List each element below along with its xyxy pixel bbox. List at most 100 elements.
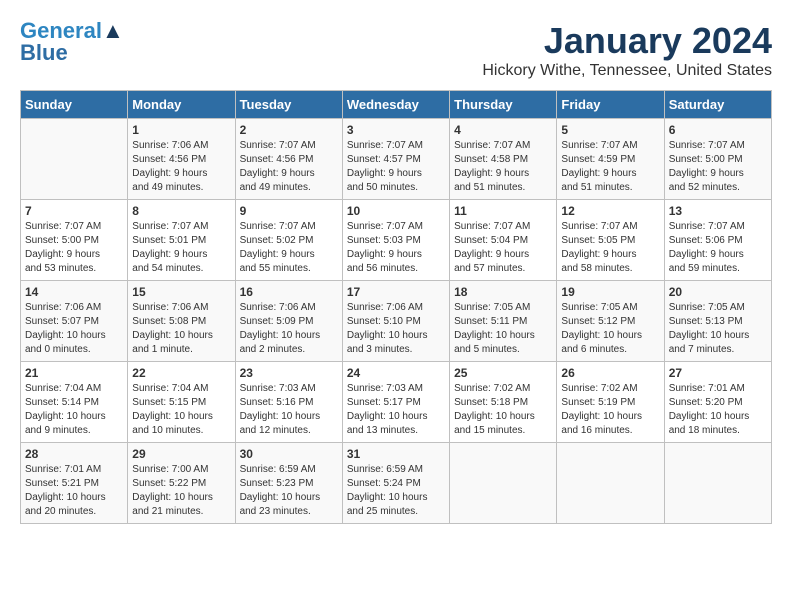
calendar-cell: 9 Sunrise: 7:07 AM Sunset: 5:02 PM Daylig… xyxy=(235,200,342,281)
calendar-cell: 7 Sunrise: 7:07 AM Sunset: 5:00 PM Daylig… xyxy=(21,200,128,281)
day-info: Sunrise: 7:06 AM Sunset: 5:07 PM Dayligh… xyxy=(25,301,123,357)
calendar-cell: 10 Sunrise: 7:07 AM Sunset: 5:03 PM Dayli… xyxy=(342,200,449,281)
day-number: 18 xyxy=(454,285,552,299)
calendar-cell: 19 Sunrise: 7:05 AM Sunset: 5:12 PM Dayli… xyxy=(557,281,664,362)
title-block: January 2024 Hickory Withe, Tennessee, U… xyxy=(482,20,772,80)
day-number: 14 xyxy=(25,285,123,299)
calendar-cell: 23Sunrise: 7:03 AM Sunset: 5:16 PM Dayli… xyxy=(235,362,342,443)
day-number: 29 xyxy=(132,447,230,461)
day-number: 17 xyxy=(347,285,445,299)
calendar-cell: 8 Sunrise: 7:07 AM Sunset: 5:01 PM Daylig… xyxy=(128,200,235,281)
day-number: 26 xyxy=(561,366,659,380)
day-number: 25 xyxy=(454,366,552,380)
day-number: 7 xyxy=(25,204,123,218)
day-number: 28 xyxy=(25,447,123,461)
calendar-cell: 20 Sunrise: 7:05 AM Sunset: 5:13 PM Dayli… xyxy=(664,281,771,362)
day-info: Sunrise: 7:00 AM Sunset: 5:22 PM Dayligh… xyxy=(132,463,230,519)
day-info: Sunrise: 6:59 AM Sunset: 5:24 PM Dayligh… xyxy=(347,463,445,519)
calendar-cell: 6Sunrise: 7:07 AM Sunset: 5:00 PM Daylig… xyxy=(664,119,771,200)
day-info: Sunrise: 7:01 AM Sunset: 5:21 PM Dayligh… xyxy=(25,463,123,519)
day-header-wednesday: Wednesday xyxy=(342,91,449,119)
day-header-tuesday: Tuesday xyxy=(235,91,342,119)
day-info: Sunrise: 7:07 AM Sunset: 4:59 PM Dayligh… xyxy=(561,139,659,195)
day-info: Sunrise: 7:07 AM Sunset: 5:00 PM Dayligh… xyxy=(25,220,123,276)
location-title: Hickory Withe, Tennessee, United States xyxy=(482,62,772,80)
day-info: Sunrise: 7:06 AM Sunset: 5:08 PM Dayligh… xyxy=(132,301,230,357)
day-number: 22 xyxy=(132,366,230,380)
calendar-cell: 4 Sunrise: 7:07 AM Sunset: 4:58 PM Daylig… xyxy=(450,119,557,200)
calendar-cell: 13 Sunrise: 7:07 AM Sunset: 5:06 PM Dayli… xyxy=(664,200,771,281)
calendar-cell xyxy=(450,443,557,524)
day-number: 12 xyxy=(561,204,659,218)
days-header-row: SundayMondayTuesdayWednesdayThursdayFrid… xyxy=(21,91,772,119)
calendar-cell: 1 Sunrise: 7:06 AM Sunset: 4:56 PM Daylig… xyxy=(128,119,235,200)
day-number: 4 xyxy=(454,123,552,137)
day-number: 3 xyxy=(347,123,445,137)
day-number: 30 xyxy=(240,447,338,461)
day-number: 27 xyxy=(669,366,767,380)
week-row-2: 7 Sunrise: 7:07 AM Sunset: 5:00 PM Daylig… xyxy=(21,200,772,281)
day-info: Sunrise: 7:07 AM Sunset: 5:02 PM Dayligh… xyxy=(240,220,338,276)
day-info: Sunrise: 7:07 AM Sunset: 4:56 PM Dayligh… xyxy=(240,139,338,195)
day-number: 8 xyxy=(132,204,230,218)
day-number: 5 xyxy=(561,123,659,137)
day-info: Sunrise: 7:07 AM Sunset: 4:58 PM Dayligh… xyxy=(454,139,552,195)
day-info: Sunrise: 7:07 AM Sunset: 5:01 PM Dayligh… xyxy=(132,220,230,276)
week-row-1: 1 Sunrise: 7:06 AM Sunset: 4:56 PM Daylig… xyxy=(21,119,772,200)
calendar-cell: 14 Sunrise: 7:06 AM Sunset: 5:07 PM Dayli… xyxy=(21,281,128,362)
day-number: 9 xyxy=(240,204,338,218)
day-info: Sunrise: 7:05 AM Sunset: 5:12 PM Dayligh… xyxy=(561,301,659,357)
day-info: Sunrise: 7:06 AM Sunset: 4:56 PM Dayligh… xyxy=(132,139,230,195)
day-number: 13 xyxy=(669,204,767,218)
calendar-cell xyxy=(21,119,128,200)
day-info: Sunrise: 7:07 AM Sunset: 5:03 PM Dayligh… xyxy=(347,220,445,276)
logo-text: General▲ xyxy=(20,20,124,42)
day-number: 6 xyxy=(669,123,767,137)
day-number: 10 xyxy=(347,204,445,218)
calendar-cell: 30 Sunrise: 6:59 AM Sunset: 5:23 PM Dayli… xyxy=(235,443,342,524)
calendar-cell: 31 Sunrise: 6:59 AM Sunset: 5:24 PM Dayli… xyxy=(342,443,449,524)
day-number: 21 xyxy=(25,366,123,380)
calendar-cell: 18 Sunrise: 7:05 AM Sunset: 5:11 PM Dayli… xyxy=(450,281,557,362)
day-header-friday: Friday xyxy=(557,91,664,119)
logo-blue: Blue xyxy=(20,42,68,64)
day-info: Sunrise: 7:07 AM Sunset: 5:05 PM Dayligh… xyxy=(561,220,659,276)
week-row-5: 28 Sunrise: 7:01 AM Sunset: 5:21 PM Dayli… xyxy=(21,443,772,524)
day-number: 20 xyxy=(669,285,767,299)
day-number: 19 xyxy=(561,285,659,299)
day-number: 31 xyxy=(347,447,445,461)
day-header-thursday: Thursday xyxy=(450,91,557,119)
day-info: Sunrise: 7:06 AM Sunset: 5:10 PM Dayligh… xyxy=(347,301,445,357)
calendar-cell: 2 Sunrise: 7:07 AM Sunset: 4:56 PM Daylig… xyxy=(235,119,342,200)
day-number: 23 xyxy=(240,366,338,380)
day-info: Sunrise: 7:07 AM Sunset: 5:04 PM Dayligh… xyxy=(454,220,552,276)
day-info: Sunrise: 7:07 AM Sunset: 5:06 PM Dayligh… xyxy=(669,220,767,276)
calendar-cell: 17 Sunrise: 7:06 AM Sunset: 5:10 PM Dayli… xyxy=(342,281,449,362)
day-info: Sunrise: 7:07 AM Sunset: 4:57 PM Dayligh… xyxy=(347,139,445,195)
calendar-table: SundayMondayTuesdayWednesdayThursdayFrid… xyxy=(20,90,772,524)
day-info: Sunrise: 7:06 AM Sunset: 5:09 PM Dayligh… xyxy=(240,301,338,357)
day-info: Sunrise: 6:59 AM Sunset: 5:23 PM Dayligh… xyxy=(240,463,338,519)
logo: General▲ Blue xyxy=(20,20,124,64)
day-number: 11 xyxy=(454,204,552,218)
day-header-saturday: Saturday xyxy=(664,91,771,119)
calendar-cell: 25Sunrise: 7:02 AM Sunset: 5:18 PM Dayli… xyxy=(450,362,557,443)
day-info: Sunrise: 7:01 AM Sunset: 5:20 PM Dayligh… xyxy=(669,382,767,438)
day-number: 16 xyxy=(240,285,338,299)
day-number: 15 xyxy=(132,285,230,299)
day-info: Sunrise: 7:05 AM Sunset: 5:13 PM Dayligh… xyxy=(669,301,767,357)
calendar-cell: 16 Sunrise: 7:06 AM Sunset: 5:09 PM Dayli… xyxy=(235,281,342,362)
day-number: 2 xyxy=(240,123,338,137)
day-info: Sunrise: 7:04 AM Sunset: 5:15 PM Dayligh… xyxy=(132,382,230,438)
calendar-cell: 15 Sunrise: 7:06 AM Sunset: 5:08 PM Dayli… xyxy=(128,281,235,362)
calendar-cell: 26 Sunrise: 7:02 AM Sunset: 5:19 PM Dayli… xyxy=(557,362,664,443)
day-number: 1 xyxy=(132,123,230,137)
day-info: Sunrise: 7:05 AM Sunset: 5:11 PM Dayligh… xyxy=(454,301,552,357)
calendar-cell: 12 Sunrise: 7:07 AM Sunset: 5:05 PM Dayli… xyxy=(557,200,664,281)
day-header-monday: Monday xyxy=(128,91,235,119)
calendar-cell xyxy=(557,443,664,524)
calendar-cell: 22 Sunrise: 7:04 AM Sunset: 5:15 PM Dayli… xyxy=(128,362,235,443)
calendar-cell: 5 Sunrise: 7:07 AM Sunset: 4:59 PM Daylig… xyxy=(557,119,664,200)
day-info: Sunrise: 7:02 AM Sunset: 5:19 PM Dayligh… xyxy=(561,382,659,438)
day-header-sunday: Sunday xyxy=(21,91,128,119)
